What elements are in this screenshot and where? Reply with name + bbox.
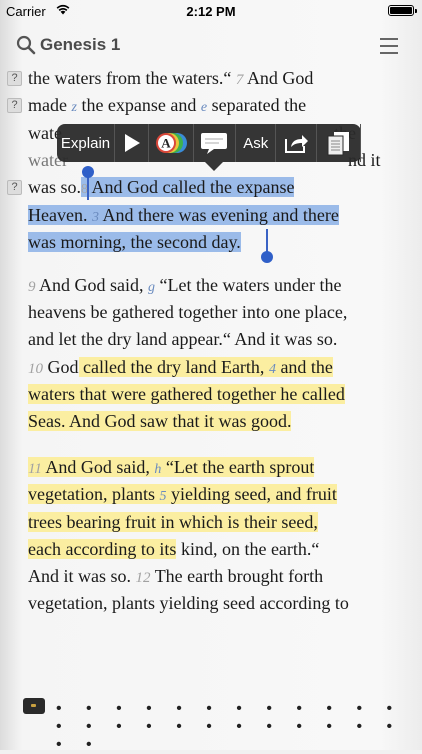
cross-reference[interactable]: h: [154, 462, 161, 477]
status-bar: Carrier 2:12 PM: [0, 0, 422, 22]
highlighted-text[interactable]: vegetation, plants 5 yielding seed, and …: [28, 484, 337, 504]
text-line: 9 And God said, g “Let the waters under …: [28, 275, 342, 295]
text-line: 11 And God said, h “Let the earth sprout: [28, 454, 315, 483]
question-icon[interactable]: ?: [7, 71, 22, 86]
selected-text[interactable]: was morning, the second day.: [28, 232, 241, 252]
highlighted-text[interactable]: each according to its: [28, 539, 177, 559]
highlight-color-icon: A: [156, 133, 188, 153]
highlighted-text[interactable]: called the dry land Earth, 4 and the: [78, 357, 333, 377]
svg-text:A: A: [161, 136, 171, 151]
highlight-color-button[interactable]: A: [149, 124, 194, 162]
search-button[interactable]: Genesis 1: [16, 35, 120, 55]
share-button[interactable]: [276, 124, 317, 162]
verse-number: 9: [28, 279, 36, 295]
text-line: and let the dry land appear.“ And it was…: [28, 329, 338, 349]
text-line: the waters from the waters.“ 7 And God: [28, 68, 314, 88]
text-line: was morning, the second day.: [28, 229, 241, 256]
search-icon: [16, 35, 36, 55]
cross-reference[interactable]: z: [71, 100, 76, 115]
text-line: Heaven. 3 And there was evening and ther…: [28, 202, 339, 231]
text-line: vegetation, plants 5 yielding seed, and …: [28, 481, 337, 510]
copy-button[interactable]: [317, 124, 361, 162]
cross-reference[interactable]: 5: [159, 489, 166, 504]
ask-button[interactable]: Ask: [236, 124, 277, 162]
text-line: 10 God called the dry land Earth, 4 and …: [28, 357, 333, 377]
cross-reference[interactable]: 3: [92, 210, 99, 225]
battery-icon: [388, 5, 417, 16]
verse-number: 7: [235, 72, 244, 88]
cross-reference[interactable]: 4: [269, 362, 276, 377]
book-title: Genesis 1: [40, 35, 121, 54]
text-line: vegetation, plants yielding seed accordi…: [28, 593, 349, 613]
question-icon[interactable]: ?: [7, 180, 22, 195]
cross-reference[interactable]: e: [201, 100, 207, 115]
text-line: waters that were gathered together he ca…: [28, 381, 345, 408]
verse-number: 11: [28, 461, 42, 477]
text-line: And it was so. 12 The earth brought fort…: [28, 566, 324, 586]
text-line: each according to its kind, on the earth…: [28, 539, 320, 559]
play-icon: [124, 134, 140, 152]
clock: 2:12 PM: [186, 4, 236, 19]
text-line: made z the expanse and e separated the: [28, 95, 307, 115]
text-line: heavens be gathered together into one pl…: [28, 302, 348, 322]
text-line: Seas. And God saw that it was good.: [28, 408, 292, 435]
explain-button[interactable]: Explain: [57, 124, 116, 162]
toolbar-pointer: [205, 162, 223, 171]
highlighted-text[interactable]: trees bearing fruit in which is their se…: [28, 512, 318, 532]
question-icon[interactable]: ?: [7, 98, 22, 113]
highlighted-text[interactable]: waters that were gathered together he ca…: [28, 384, 345, 404]
menu-button[interactable]: [380, 38, 398, 54]
text-line: was so.8 And God called the expanse: [28, 177, 295, 197]
hamburger-menu-icon: [380, 38, 398, 40]
verse-number: 10: [28, 361, 43, 377]
nav-bar: Genesis 1: [0, 32, 422, 62]
copy-icon: [327, 132, 350, 156]
selection-start-handle[interactable]: [82, 166, 94, 200]
share-icon: [285, 135, 309, 153]
library-button[interactable]: [23, 698, 45, 714]
selection-toolbar: Explain A Ask: [57, 124, 361, 171]
cross-reference[interactable]: g: [148, 280, 155, 295]
selected-text[interactable]: Heaven. 3 And there was evening and ther…: [28, 205, 339, 225]
selected-text[interactable]: 8 And God called the expanse: [81, 177, 295, 197]
highlighted-text[interactable]: 11 And God said, h “Let the earth sprout: [28, 457, 315, 477]
selection-end-handle[interactable]: [261, 229, 273, 263]
text-line: trees bearing fruit in which is their se…: [28, 509, 318, 536]
verse-number: 12: [135, 570, 151, 586]
highlighted-text[interactable]: Seas. And God saw that it was good.: [28, 411, 292, 431]
note-button[interactable]: [194, 124, 237, 162]
play-button[interactable]: [115, 124, 150, 162]
page-indicator[interactable]: • • • • • • • • • • • • • • • • • • • • …: [56, 700, 422, 754]
note-icon: [201, 133, 228, 154]
